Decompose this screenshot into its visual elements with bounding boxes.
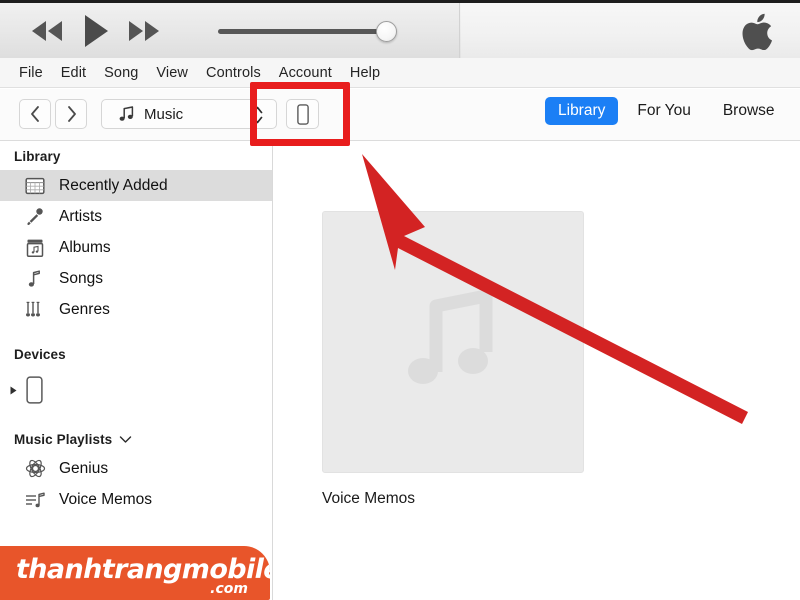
music-note-placeholder-icon [408, 289, 493, 384]
sidebar-item-label: Genius [59, 459, 109, 477]
sidebar-section-devices-header: Devices [14, 347, 66, 362]
album-title: Voice Memos [322, 490, 416, 507]
sidebar-section-playlists-label: Music Playlists [14, 432, 113, 447]
iphone-icon [296, 103, 309, 125]
genres-icon [22, 300, 48, 320]
source-selector-label: Music [144, 105, 184, 123]
sidebar-item-albums[interactable]: Albums [0, 232, 272, 263]
sidebar-item-artists[interactable]: Artists [0, 201, 272, 232]
iphone-icon [26, 376, 43, 404]
sidebar-section-library-header: Library [14, 149, 61, 164]
music-note-icon [22, 269, 48, 289]
sidebar-item-label: Albums [59, 238, 111, 256]
forward-button[interactable] [55, 99, 87, 129]
menu-item-view[interactable]: View [147, 62, 197, 84]
menu-item-controls[interactable]: Controls [197, 62, 270, 84]
transport-toolbar [0, 0, 800, 58]
navigation-toolbar: Music Library For You Browse [0, 89, 800, 141]
microphone-icon [22, 207, 48, 227]
itunes-window: File Edit Song View Controls Account Hel… [0, 0, 800, 600]
device-button[interactable] [286, 99, 319, 129]
library-tabs: Library For You Browse [545, 97, 788, 125]
sidebar-item-genius[interactable]: Genius [0, 453, 272, 484]
chevron-up-down-icon[interactable] [251, 104, 264, 126]
genius-atom-icon [22, 458, 48, 479]
sidebar-item-voice-memos[interactable]: Voice Memos [0, 484, 272, 515]
sidebar-item-label: Voice Memos [59, 490, 153, 508]
menu-item-song[interactable]: Song [95, 62, 147, 84]
sidebar-item-recently-added[interactable]: Recently Added [0, 170, 272, 201]
sidebar-item-label: Recently Added [59, 176, 168, 194]
chevron-left-icon [30, 106, 39, 122]
music-note-icon [114, 105, 138, 124]
play-button[interactable] [82, 14, 109, 48]
menu-item-account[interactable]: Account [270, 62, 341, 84]
sidebar-item-device[interactable] [0, 368, 272, 412]
chevron-down-icon[interactable] [119, 435, 132, 444]
watermark-tld: .com [210, 581, 248, 597]
volume-slider-track [218, 29, 388, 34]
back-button[interactable] [19, 99, 51, 129]
menu-item-help[interactable]: Help [341, 62, 389, 84]
sidebar-section-playlists-header[interactable]: Music Playlists [0, 426, 272, 453]
menu-item-file[interactable]: File [10, 62, 52, 84]
sidebar: Library Recently Added Artists Albums So… [0, 141, 273, 600]
source-selector[interactable]: Music [101, 99, 277, 129]
tab-for-you[interactable]: For You [624, 97, 703, 125]
disclosure-triangle-icon[interactable] [6, 385, 20, 396]
menu-item-edit[interactable]: Edit [52, 62, 95, 84]
main-content-area: Voice Memos [274, 141, 800, 600]
navigation-arrows [19, 99, 87, 129]
sidebar-item-songs[interactable]: Songs [0, 263, 272, 294]
album-artwork-placeholder[interactable] [322, 211, 584, 473]
volume-slider-knob[interactable] [376, 21, 397, 42]
album-tile: Voice Memos [322, 211, 584, 508]
voice-memos-playlist-icon [22, 490, 48, 510]
recently-added-grid-icon [22, 176, 48, 196]
sidebar-item-genres[interactable]: Genres [0, 294, 272, 325]
transport-controls [30, 13, 161, 49]
menu-bar: File Edit Song View Controls Account Hel… [0, 58, 800, 88]
watermark-banner: thanhtrangmobile .com [0, 546, 270, 600]
fast-forward-button[interactable] [127, 20, 161, 42]
chevron-right-icon [67, 106, 76, 122]
rewind-button[interactable] [30, 20, 64, 42]
apple-logo-icon [742, 11, 778, 51]
sidebar-item-label: Songs [59, 269, 103, 287]
tab-browse[interactable]: Browse [710, 97, 788, 125]
sidebar-item-label: Artists [59, 207, 103, 225]
sidebar-item-label: Genres [59, 300, 110, 318]
tab-library[interactable]: Library [545, 97, 619, 125]
volume-slider[interactable] [218, 21, 397, 42]
album-case-icon [22, 238, 48, 258]
